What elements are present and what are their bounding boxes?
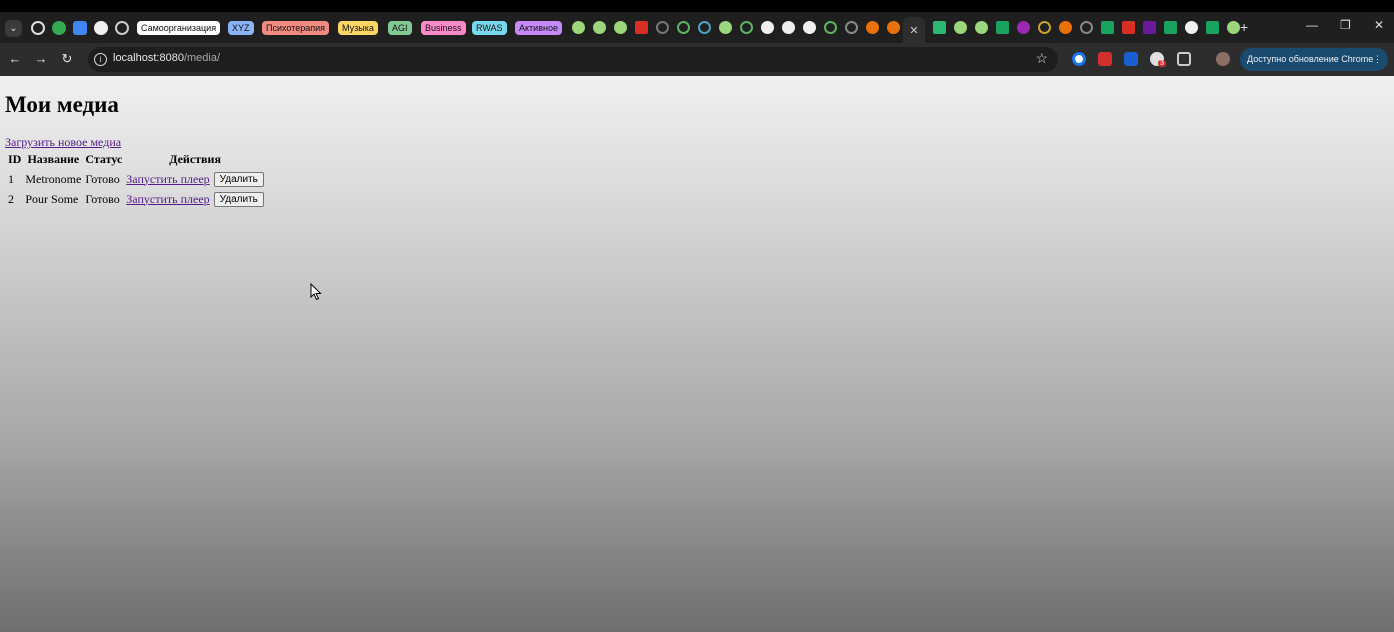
tab-favicon[interactable] xyxy=(1206,21,1219,34)
page-title: Мои медиа xyxy=(5,92,119,117)
github-icon[interactable] xyxy=(761,21,774,34)
chrome-icon[interactable] xyxy=(31,21,45,35)
tab-favicon[interactable] xyxy=(1080,21,1093,34)
chrome-update-button[interactable]: Доступно обновление Chrome ⋮ xyxy=(1240,48,1388,71)
tab-group-chip[interactable]: RWAS xyxy=(472,21,507,35)
page-viewport: Мои медиа Загрузить новое медиа ID Назва… xyxy=(0,76,1394,632)
cell-status: Готово xyxy=(85,191,120,206)
tab-favicon[interactable] xyxy=(698,21,711,34)
launch-player-link[interactable]: Запустить плеер xyxy=(126,172,209,186)
tab-search-icon[interactable]: ⌄ xyxy=(5,20,22,37)
tab-favicon[interactable] xyxy=(1164,21,1177,34)
media-table: ID Название Статус Действия 1 Metronome … xyxy=(5,149,267,210)
cell-id: 2 xyxy=(8,191,14,206)
site-info-icon[interactable]: i xyxy=(94,53,107,66)
extensions-puzzle-icon[interactable] xyxy=(1177,52,1191,66)
minimize-icon[interactable]: — xyxy=(1306,18,1318,32)
openai-icon[interactable] xyxy=(115,21,129,35)
tab-group-chip[interactable]: Активное xyxy=(515,21,562,35)
restore-icon[interactable]: ❐ xyxy=(1340,18,1351,32)
tab-favicon[interactable] xyxy=(1122,21,1135,34)
table-row: 2 Pour Some Готово Запустить плеер Удали… xyxy=(7,190,265,208)
tab-group-chip[interactable]: AGI xyxy=(388,21,412,35)
pdf-icon[interactable] xyxy=(635,21,648,34)
column-header-status: Статус xyxy=(85,152,123,166)
tab-group-chip[interactable]: Самоорганизация xyxy=(137,21,221,35)
bitwarden-icon[interactable] xyxy=(1124,52,1138,66)
tab-favicon[interactable] xyxy=(887,21,900,34)
sheets-icon[interactable] xyxy=(52,21,66,35)
tab-favicon[interactable] xyxy=(614,21,627,34)
tab-favicon[interactable] xyxy=(824,21,837,34)
cell-name: Pour Some xyxy=(25,191,79,206)
github-icon[interactable] xyxy=(782,21,795,34)
bookmark-star-icon[interactable]: ☆ xyxy=(1035,50,1048,67)
column-header-actions: Действия xyxy=(169,152,221,166)
pinned-tabs xyxy=(31,21,136,35)
cell-id: 1 xyxy=(8,171,14,186)
github-icon[interactable] xyxy=(1185,21,1198,34)
column-header-name: Название xyxy=(27,152,80,166)
tab-favicon[interactable] xyxy=(866,21,879,34)
close-window-icon[interactable]: ✕ xyxy=(1374,18,1384,32)
active-tab-close-icon[interactable]: ✕ xyxy=(903,17,925,43)
address-bar[interactable]: i localhost:8080/media/ ☆ xyxy=(88,47,1058,72)
tab-favicon[interactable] xyxy=(1143,21,1156,34)
back-icon[interactable]: ← xyxy=(7,51,23,66)
tab-group-chip[interactable]: Музыка xyxy=(338,21,378,35)
tab-group-chip[interactable]: XYZ xyxy=(228,21,254,35)
extension-icon[interactable] xyxy=(1072,52,1086,66)
tab-favicon[interactable] xyxy=(1017,21,1030,34)
avatar[interactable] xyxy=(1216,52,1230,66)
tab-favicon[interactable] xyxy=(996,21,1009,34)
new-tab-icon[interactable]: + xyxy=(1240,19,1248,35)
reload-icon[interactable]: ↻ xyxy=(59,51,75,67)
tab-favicon[interactable] xyxy=(845,21,858,34)
tab-favicon[interactable] xyxy=(975,21,988,34)
favicon-row xyxy=(572,21,908,35)
adblock-icon[interactable] xyxy=(1098,52,1112,66)
tab-favicon[interactable] xyxy=(933,21,946,34)
tab-group-chip[interactable]: Психотерапия xyxy=(262,21,330,35)
url-text[interactable]: localhost:8080/media/ xyxy=(113,52,220,64)
delete-button[interactable]: Удалить xyxy=(213,172,264,187)
tab-favicon[interactable] xyxy=(677,21,690,34)
tab-favicon[interactable] xyxy=(572,21,585,34)
table-header-row: ID Название Статус Действия xyxy=(7,151,265,168)
url-path: /media/ xyxy=(183,52,221,64)
tab-favicon[interactable] xyxy=(719,21,732,34)
tab-favicon[interactable] xyxy=(1101,21,1114,34)
menu-kebab-icon[interactable]: ⋮ xyxy=(1373,48,1382,71)
launch-player-link[interactable]: Запустить плеер xyxy=(126,192,209,206)
delete-button[interactable]: Удалить xyxy=(213,192,264,207)
forward-icon[interactable]: → xyxy=(33,51,49,66)
tab-group-chip[interactable]: Business xyxy=(421,21,466,35)
tab-favicon[interactable] xyxy=(740,21,753,34)
browser-toolbar: ← → ↻ i localhost:8080/media/ ☆ 3 Доступ… xyxy=(0,43,1394,76)
github-icon[interactable] xyxy=(803,21,816,34)
extension-badge: 3 xyxy=(1158,60,1166,67)
cell-status: Готово xyxy=(85,171,120,186)
upload-media-link[interactable]: Загрузить новое медиа xyxy=(5,135,121,150)
url-host: localhost:8080 xyxy=(113,52,184,64)
tab-favicon[interactable] xyxy=(1038,21,1051,34)
tab-favicon[interactable] xyxy=(1059,21,1072,34)
update-label: Доступно обновление Chrome xyxy=(1247,54,1374,64)
tab-favicon[interactable] xyxy=(593,21,606,34)
column-header-id: ID xyxy=(8,152,22,166)
tab-strip: ⌄ Самоорганизация XYZ Психотерапия Музык… xyxy=(0,0,1394,43)
tab-favicon[interactable] xyxy=(954,21,967,34)
mouse-cursor-icon xyxy=(310,283,322,301)
translate-icon[interactable] xyxy=(73,21,87,35)
cell-name: Metronome xyxy=(25,171,82,186)
tab-favicon[interactable] xyxy=(1227,21,1240,34)
favicon-row-right xyxy=(933,21,1248,35)
tab-favicon[interactable] xyxy=(656,21,669,34)
github-icon[interactable] xyxy=(94,21,108,35)
table-row: 1 Metronome Готово Запустить плеер Удали… xyxy=(7,170,265,188)
